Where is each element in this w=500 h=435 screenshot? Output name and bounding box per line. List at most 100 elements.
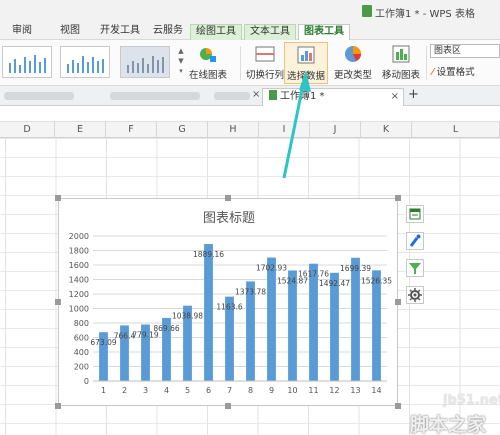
chart-style-thumb-1[interactable]	[2, 46, 52, 78]
y-tick-label: 1800	[69, 247, 89, 256]
gallery-scroll[interactable]: ▲ ▼ ▾	[176, 46, 186, 78]
resize-handle-ne[interactable]	[395, 195, 401, 201]
title-bar: 工作簿1 * - WPS 表格	[0, 0, 500, 22]
bar	[330, 272, 339, 381]
workbook-tab[interactable]: 工作簿1 * ×	[262, 88, 404, 106]
chart-element-dropdown[interactable]: 图表区	[430, 44, 500, 58]
y-tick-label: 600	[74, 334, 89, 343]
column-header-J[interactable]: J	[310, 122, 361, 138]
tab-review[interactable]: 审阅	[8, 24, 36, 40]
chart-elements-button[interactable]	[406, 205, 424, 223]
x-tick-label: 11	[308, 386, 318, 395]
x-tick-label: 13	[350, 386, 360, 395]
data-label: 869.66	[153, 324, 179, 333]
online-chart-button[interactable]: 在线图表	[189, 44, 227, 81]
switch-row-col-icon	[255, 46, 275, 62]
bar	[372, 270, 381, 381]
x-tick-label: 5	[185, 386, 190, 395]
ribbon-chart-tools: ▲ ▼ ▾ 在线图表 切换行列 选择数据 更改类型 移动图表 图表区 ⁄ 设置格…	[0, 40, 500, 86]
tab-chart-tools[interactable]: 图表工具	[298, 24, 350, 40]
column-header-H[interactable]: H	[208, 122, 259, 138]
column-header-D[interactable]: D	[0, 122, 55, 138]
gallery-down-icon[interactable]: ▼	[176, 56, 186, 66]
tab-text-tools[interactable]: 文本工具	[244, 24, 296, 40]
resize-handle-w[interactable]	[55, 299, 61, 305]
y-tick-label: 0	[84, 377, 89, 386]
x-tick-label: 1	[101, 386, 106, 395]
x-tick-label: 8	[248, 386, 253, 395]
blurred-tab	[110, 92, 200, 100]
workbook-tab-label: 工作簿1 *	[280, 91, 325, 102]
x-tick-label: 6	[206, 386, 211, 395]
change-type-button[interactable]: 更改类型	[334, 44, 372, 81]
data-label: 1163.6	[216, 303, 242, 312]
watermark-brand: 脚本之家	[410, 414, 487, 435]
resize-handle-e[interactable]	[395, 299, 401, 305]
x-tick-label: 4	[164, 386, 169, 395]
set-format-label: 设置格式	[436, 67, 475, 78]
resize-handle-s[interactable]	[225, 403, 231, 409]
close-tab-icon[interactable]: ×	[252, 89, 260, 100]
switch-row-col-button[interactable]: 切换行列	[246, 44, 284, 81]
gallery-up-icon[interactable]: ▲	[176, 46, 186, 56]
data-label: 1889.16	[193, 250, 224, 259]
column-header-K[interactable]: K	[361, 122, 412, 138]
bar	[204, 244, 213, 381]
chart-filter-button[interactable]	[406, 259, 424, 277]
column-header-G[interactable]: G	[157, 122, 208, 138]
x-tick-label: 2	[122, 386, 127, 395]
resize-handle-nw[interactable]	[55, 195, 61, 201]
spreadsheet-tab-icon	[269, 90, 277, 100]
resize-handle-n[interactable]	[225, 195, 231, 201]
y-tick-label: 1400	[69, 276, 89, 285]
x-tick-label: 9	[269, 386, 274, 395]
data-label: 1373.78	[235, 287, 266, 296]
y-tick-label: 1600	[69, 261, 89, 270]
y-tick-label: 400	[74, 348, 89, 357]
change-type-label: 更改类型	[334, 70, 373, 81]
formula-bar[interactable]	[0, 106, 500, 122]
tab-drawing-tools[interactable]: 绘图工具	[190, 24, 242, 40]
tab-cloud-services[interactable]: 云服务	[150, 24, 186, 40]
chart-style-thumb-3[interactable]	[120, 46, 170, 78]
move-chart-button[interactable]: 移动图表	[382, 44, 420, 81]
x-tick-label: 14	[371, 386, 381, 395]
x-tick-label: 10	[287, 386, 297, 395]
column-header-F[interactable]: F	[106, 122, 157, 138]
bar	[351, 257, 360, 381]
close-workbook-icon[interactable]: ×	[391, 89, 399, 105]
x-tick-label: 12	[329, 386, 339, 395]
ribbon-divider	[240, 46, 241, 80]
resize-handle-sw[interactable]	[55, 403, 61, 409]
chart-style-button[interactable]	[406, 232, 424, 250]
data-label: 1526.35	[361, 276, 392, 285]
bar-chart-plot[interactable]: 0 200 400 600 800 1000 1200 1400 1600 1800 2000 6 7 3…	[59, 199, 399, 407]
change-type-icon	[345, 46, 361, 62]
resize-handle-se[interactable]	[395, 403, 401, 409]
move-chart-label: 移动图表	[382, 70, 421, 81]
switch-row-col-label: 切换行列	[246, 70, 285, 81]
chart-style-thumb-2[interactable]	[60, 46, 110, 78]
tab-developer[interactable]: 开发工具	[98, 24, 142, 40]
set-format-button[interactable]: ⁄ 设置格式	[432, 64, 475, 78]
column-header-L[interactable]: L	[412, 122, 500, 138]
y-tick-label: 1200	[69, 290, 89, 299]
data-label: 1617.76	[298, 270, 329, 279]
select-data-button[interactable]: 选择数据	[284, 42, 329, 84]
window-title: 工作簿1 * - WPS 表格	[375, 9, 475, 20]
tab-view[interactable]: 视图	[56, 24, 84, 40]
document-tab-bar: × 工作簿1 * × +	[0, 86, 500, 106]
gallery-more-icon[interactable]: ▾	[176, 66, 186, 76]
select-data-label: 选择数据	[287, 71, 326, 82]
chart-elements-icon	[409, 208, 421, 220]
column-header-E[interactable]: E	[55, 122, 106, 138]
new-tab-icon[interactable]: +	[408, 87, 419, 102]
column-header-I[interactable]: I	[259, 122, 310, 138]
chart-area[interactable]: 图表标题 0 200 400 600 800 1000 1200 1400 1600 1800 20…	[58, 198, 398, 406]
y-tick-label: 1000	[69, 305, 89, 314]
chart-settings-button[interactable]	[406, 286, 424, 304]
y-tick-label: 800	[74, 319, 89, 328]
data-label: 1492.47	[319, 279, 350, 288]
blurred-tab	[4, 92, 74, 100]
data-label: 1702.93	[256, 264, 287, 273]
